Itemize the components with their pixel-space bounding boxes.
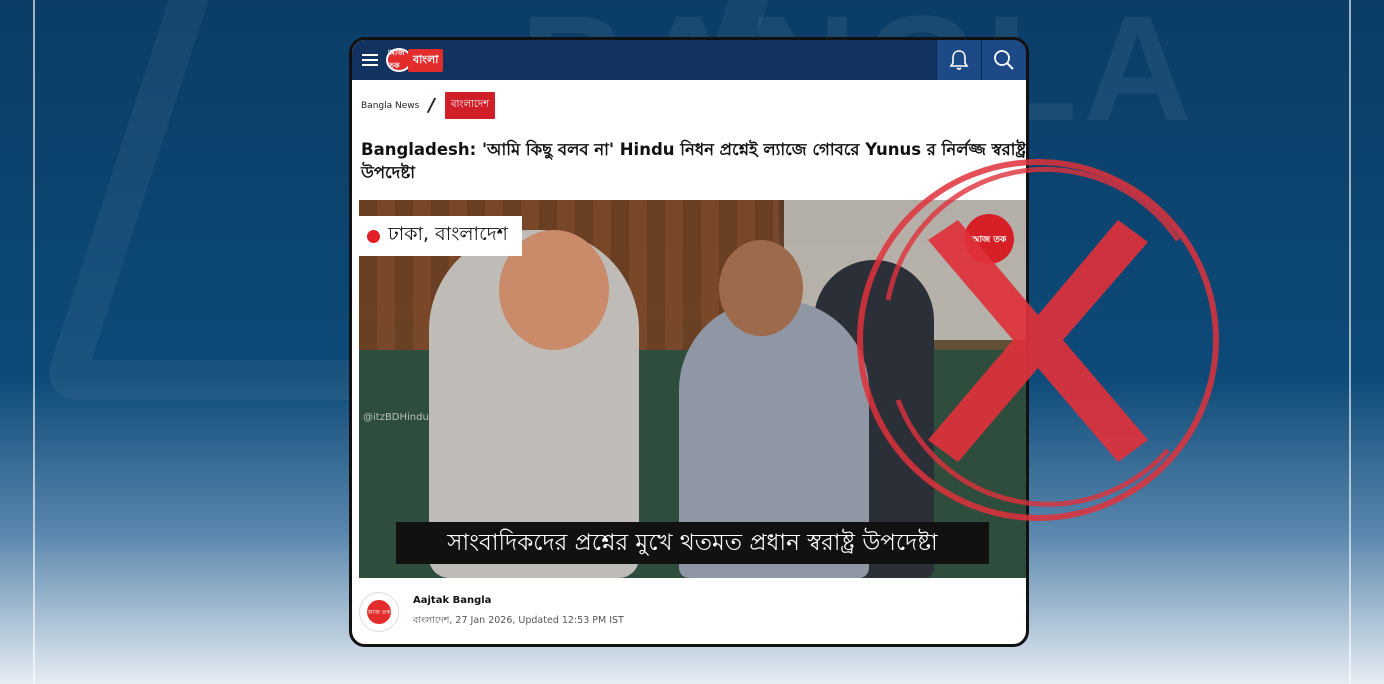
article-screenshot: আজ তক বাংলা Bangla News / বাংলাদেশ Bangl… bbox=[349, 37, 1029, 647]
video-location-label: ঢাকা, বাংলাদেশ bbox=[359, 216, 522, 256]
video-caption: সাংবাদিকদের প্রশ্নের মুখে থতমত প্রধান স্… bbox=[396, 522, 989, 564]
bell-icon[interactable] bbox=[936, 40, 981, 80]
article-byline: বাংলাদেশ, 27 Jan 2026, Updated 12:53 PM … bbox=[413, 615, 624, 626]
video-player[interactable]: ঢাকা, বাংলাদেশ @itzBDHindu আজ তক সাংবাদি… bbox=[359, 200, 1026, 578]
breadcrumb: Bangla News / বাংলাদেশ bbox=[361, 92, 496, 119]
author-logo-icon: আজ তক bbox=[367, 600, 391, 624]
right-border-line bbox=[1349, 0, 1351, 684]
video-location-text: ঢাকা, বাংলাদেশ bbox=[388, 223, 508, 245]
video-channel-logo: আজ তক bbox=[964, 214, 1014, 264]
author-block: আজ তক Aajtak Bangla বাংলাদেশ, 27 Jan 202… bbox=[359, 592, 624, 632]
site-logo[interactable]: আজ তক বাংলা bbox=[386, 48, 444, 72]
hamburger-menu-icon[interactable] bbox=[362, 51, 378, 69]
article-headline: Bangladesh: 'আমি কিছু বলব না' Hindu নিধন… bbox=[361, 140, 1026, 182]
author-meta: Aajtak Bangla বাংলাদেশ, 27 Jan 2026, Upd… bbox=[413, 595, 624, 629]
video-watermark: @itzBDHindu bbox=[363, 412, 429, 423]
live-dot-icon bbox=[367, 229, 380, 243]
search-icon[interactable] bbox=[981, 40, 1026, 80]
author-name[interactable]: Aajtak Bangla bbox=[413, 595, 624, 606]
top-navigation-bar: আজ তক বাংলা bbox=[352, 40, 1026, 80]
breadcrumb-home-link[interactable]: Bangla News bbox=[361, 101, 419, 111]
header-actions bbox=[936, 40, 1026, 80]
logo-text: বাংলা bbox=[408, 48, 444, 72]
breadcrumb-separator: / bbox=[428, 95, 435, 116]
author-avatar[interactable]: আজ তক bbox=[359, 592, 399, 632]
left-border-line bbox=[33, 0, 35, 684]
video-person-middle-head bbox=[719, 240, 803, 336]
breadcrumb-category-link[interactable]: বাংলাদেশ bbox=[444, 92, 496, 119]
